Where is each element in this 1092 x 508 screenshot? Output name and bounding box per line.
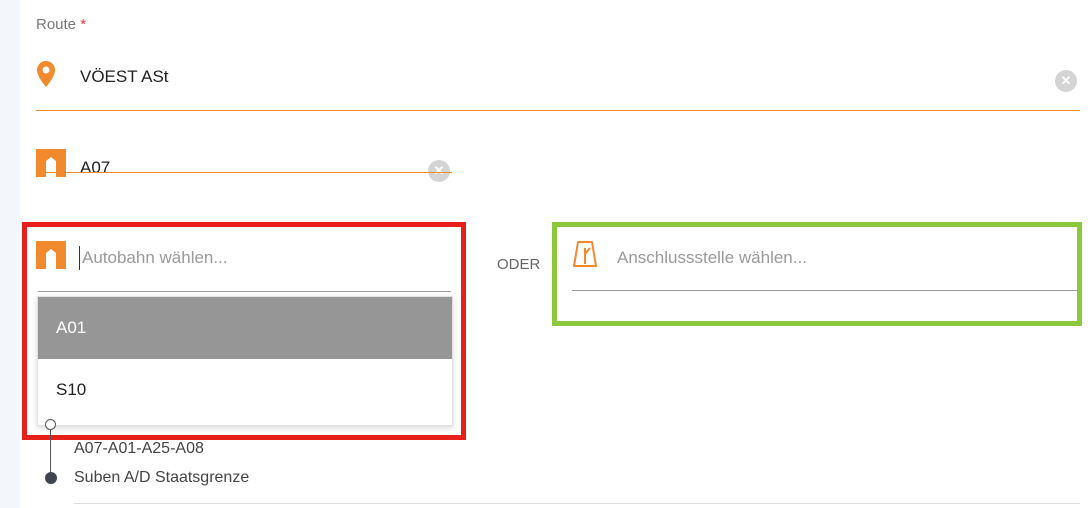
- route-label: Route *: [36, 16, 87, 33]
- clear-icon[interactable]: ✕: [1055, 70, 1077, 92]
- route-from-underline: [36, 110, 1080, 111]
- clear-icon[interactable]: ✕: [428, 160, 450, 182]
- location-pin-icon: [37, 61, 55, 87]
- route-from-value[interactable]: VÖEST ASt: [80, 67, 169, 87]
- text-cursor: [79, 246, 80, 270]
- anschlussstelle-select-input[interactable]: [617, 244, 1057, 272]
- route-connector-line: [50, 428, 51, 474]
- segment-underline: [36, 172, 452, 173]
- dropdown-option-a01[interactable]: A01: [38, 297, 452, 359]
- route-summary-end: Suben A/D Staatsgrenze: [74, 469, 250, 486]
- anschlussstelle-underline: [572, 290, 1078, 291]
- dropdown-option-s10[interactable]: S10: [38, 359, 452, 421]
- route-summary-via: A07-A01-A25-A08: [74, 440, 204, 457]
- summary-divider: [74, 503, 1080, 504]
- anschlussstelle-highlight-box: [552, 222, 1082, 326]
- autobahn-select-input[interactable]: [82, 244, 442, 272]
- route-start-marker: [45, 419, 56, 430]
- autobahn-dropdown: A01 S10: [37, 296, 453, 426]
- route-end-marker: [45, 472, 57, 484]
- left-edge-panel: [0, 0, 20, 508]
- autobahn-underline: [38, 291, 451, 292]
- junction-icon: [573, 241, 597, 267]
- or-separator: ODER: [497, 256, 541, 273]
- highway-icon: [36, 241, 66, 269]
- route-segment-value[interactable]: A07: [80, 158, 110, 178]
